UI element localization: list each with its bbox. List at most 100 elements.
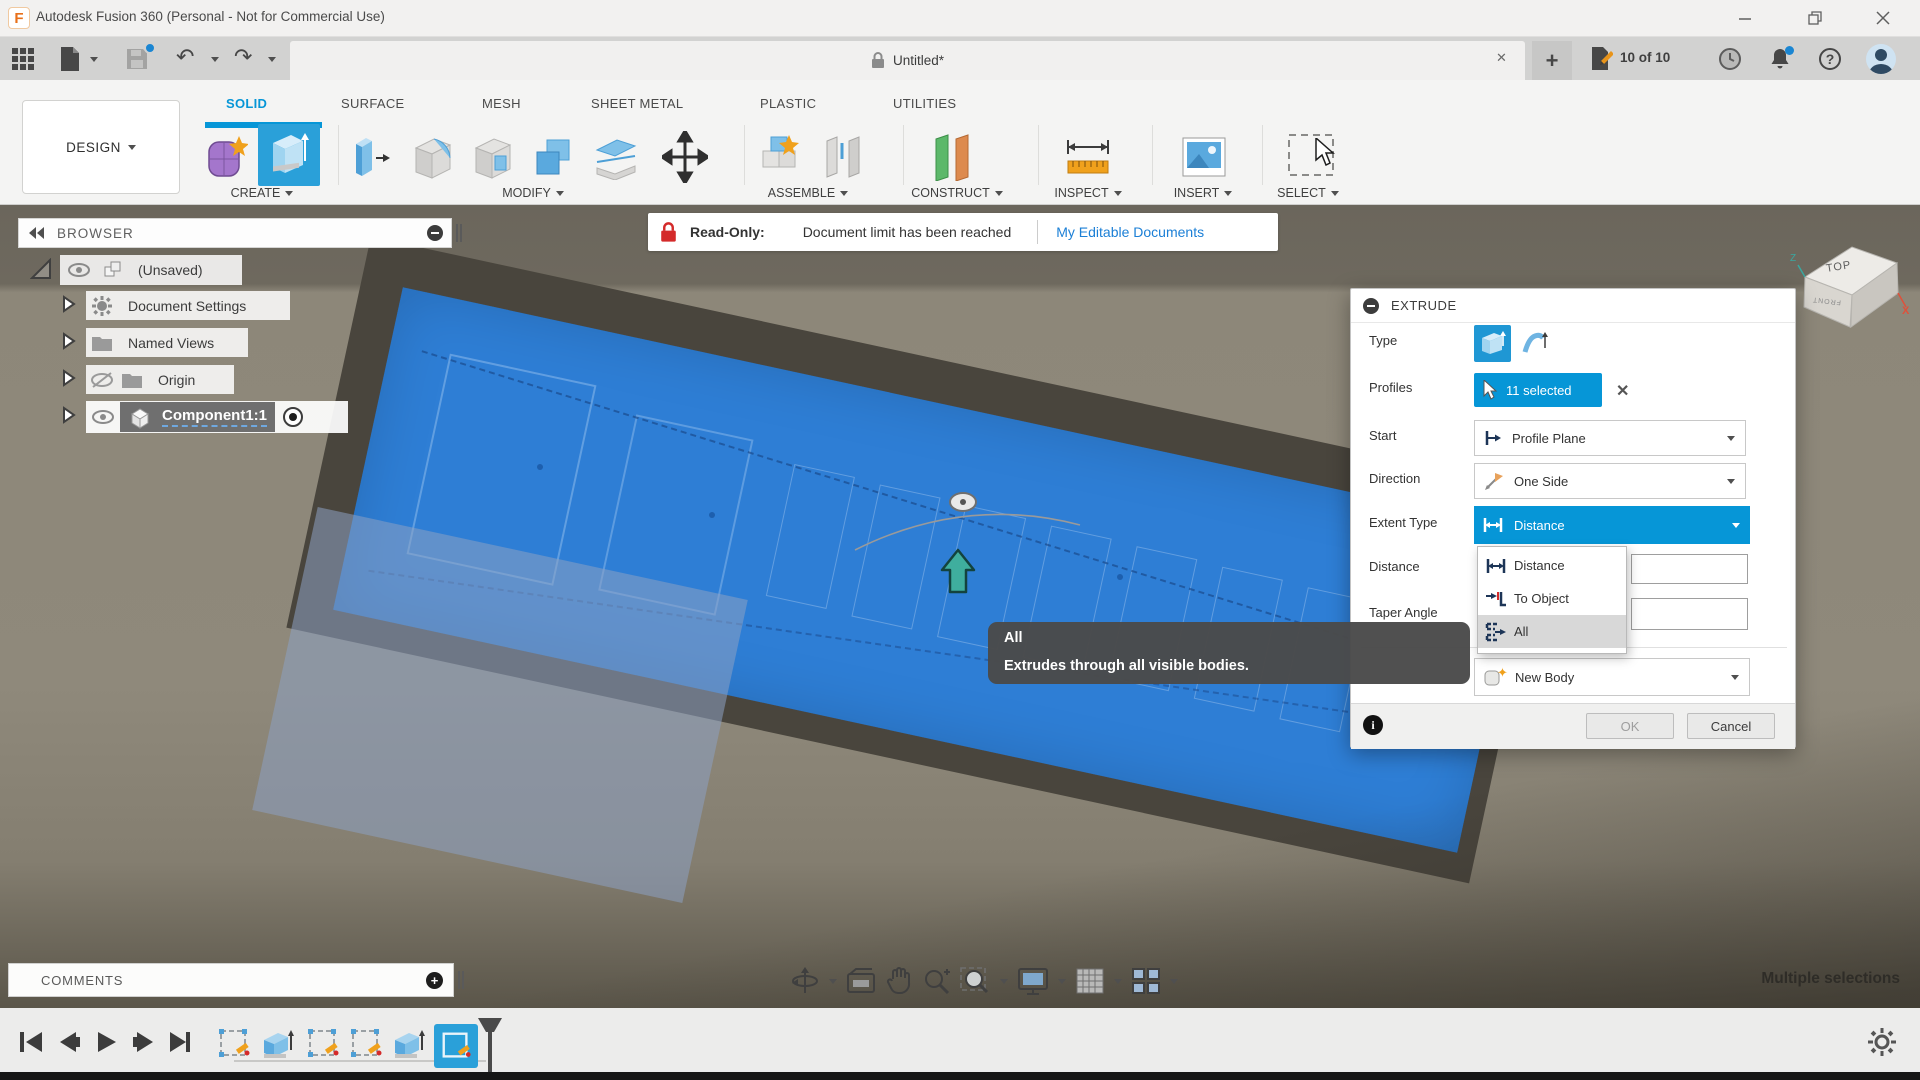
tab-mesh[interactable]: MESH xyxy=(482,96,521,111)
tree-row-named-views[interactable]: Named Views xyxy=(86,328,248,357)
timeline-sketch-feature[interactable] xyxy=(348,1026,384,1062)
ok-button[interactable]: OK xyxy=(1586,713,1674,739)
expander-icon[interactable] xyxy=(62,295,76,313)
type-thin-extrude-option[interactable] xyxy=(1516,325,1553,362)
press-pull-button[interactable] xyxy=(349,130,395,184)
move-copy-button[interactable] xyxy=(660,128,710,186)
activate-component-radio[interactable] xyxy=(283,407,303,427)
save-button[interactable] xyxy=(120,42,156,73)
expander-icon[interactable] xyxy=(62,406,76,424)
group-label-create[interactable]: CREATE xyxy=(202,186,322,200)
timeline-sketch-feature[interactable] xyxy=(216,1026,252,1062)
offset-face-button[interactable] xyxy=(592,130,638,184)
redo-caret[interactable] xyxy=(268,57,276,62)
timeline-active-feature[interactable] xyxy=(434,1024,478,1068)
tree-label-document-settings[interactable]: Document Settings xyxy=(128,298,246,314)
joint-button[interactable] xyxy=(818,130,868,184)
new-tab-button[interactable]: + xyxy=(1532,41,1572,80)
comments-resize-handle[interactable] xyxy=(458,971,464,989)
visibility-eye-icon[interactable] xyxy=(68,263,90,277)
editable-documents-link[interactable]: My Editable Documents xyxy=(1056,224,1204,240)
info-icon[interactable]: i xyxy=(1363,715,1383,735)
taper-angle-input[interactable] xyxy=(1631,598,1748,630)
notifications-bell-icon[interactable] xyxy=(1766,46,1794,72)
minimize-button[interactable] xyxy=(1728,6,1762,30)
group-label-assemble[interactable]: ASSEMBLE xyxy=(748,186,868,200)
expander-icon[interactable] xyxy=(62,332,76,350)
distance-input[interactable] xyxy=(1631,554,1748,584)
viewports-icon[interactable] xyxy=(1131,967,1161,995)
tree-row-root[interactable]: (Unsaved) xyxy=(60,255,242,285)
close-window-button[interactable] xyxy=(1866,6,1900,30)
group-label-select[interactable]: SELECT xyxy=(1248,186,1368,200)
clear-selection-button[interactable]: ✕ xyxy=(1616,381,1629,401)
tree-row-document-settings[interactable]: Document Settings xyxy=(86,291,290,320)
timeline-sketch-feature[interactable] xyxy=(305,1026,341,1062)
tree-label-component[interactable]: Component1:1 xyxy=(162,407,267,427)
design-workspace-selector[interactable]: DESIGN xyxy=(22,100,180,194)
close-tab-button[interactable]: ✕ xyxy=(1496,50,1507,66)
step-forward-button[interactable] xyxy=(131,1030,157,1054)
editable-documents-icon[interactable] xyxy=(1588,46,1616,72)
operation-dropdown[interactable]: ✦ New Body xyxy=(1474,658,1750,696)
menu-item-distance[interactable]: Distance xyxy=(1478,549,1626,582)
profiles-selection-button[interactable]: 11 selected xyxy=(1474,373,1602,407)
insert-canvas-button[interactable] xyxy=(1178,130,1230,184)
user-avatar[interactable] xyxy=(1866,44,1896,74)
job-status-icon[interactable] xyxy=(1716,46,1744,72)
add-comment-button[interactable]: + xyxy=(426,971,443,989)
go-to-start-button[interactable] xyxy=(18,1030,44,1054)
visibility-off-eye-icon[interactable] xyxy=(90,371,114,388)
group-label-modify[interactable]: MODIFY xyxy=(473,186,593,200)
timeline-settings-gear-icon[interactable] xyxy=(1868,1028,1896,1056)
file-menu-caret[interactable] xyxy=(90,57,98,62)
viewcube[interactable]: TOP FRONT Z X xyxy=(1790,235,1910,345)
type-extrude-option[interactable] xyxy=(1474,325,1511,362)
shell-button[interactable] xyxy=(470,130,516,184)
dialog-collapse-icon[interactable] xyxy=(1363,297,1379,314)
menu-item-to-object[interactable]: To Object xyxy=(1478,582,1626,615)
tab-sheet-metal[interactable]: SHEET METAL xyxy=(591,96,683,111)
tab-utilities[interactable]: UTILITIES xyxy=(893,96,956,111)
timeline-extrude-feature[interactable] xyxy=(391,1026,427,1062)
tree-row-component[interactable]: Component1:1 xyxy=(86,401,348,433)
fit-view-caret[interactable] xyxy=(1000,978,1008,984)
fit-view-icon[interactable] xyxy=(959,966,991,996)
grid-settings-caret[interactable] xyxy=(1114,978,1122,984)
cancel-button[interactable]: Cancel xyxy=(1687,713,1775,739)
document-tab[interactable]: Untitled* xyxy=(290,41,1525,80)
menu-item-all[interactable]: All xyxy=(1478,615,1626,648)
expander-icon[interactable] xyxy=(62,369,76,387)
tab-surface[interactable]: SURFACE xyxy=(341,96,405,111)
direction-dropdown[interactable]: One Side xyxy=(1474,463,1746,499)
construct-plane-button[interactable] xyxy=(925,130,979,184)
orbit-caret[interactable] xyxy=(829,978,837,984)
undo-button[interactable]: ↶ xyxy=(176,44,194,70)
fillet-button[interactable] xyxy=(410,130,456,184)
group-label-construct[interactable]: CONSTRUCT xyxy=(897,186,1017,200)
redo-button[interactable]: ↷ xyxy=(234,44,252,70)
new-component-button[interactable] xyxy=(756,130,806,184)
timeline-extrude-feature[interactable] xyxy=(260,1026,296,1062)
grid-settings-icon[interactable] xyxy=(1075,967,1105,995)
step-back-button[interactable] xyxy=(56,1030,82,1054)
play-button[interactable] xyxy=(94,1030,120,1054)
create-form-button[interactable] xyxy=(202,130,252,184)
group-label-insert[interactable]: INSERT xyxy=(1143,186,1263,200)
go-to-end-button[interactable] xyxy=(168,1030,194,1054)
tree-row-origin[interactable]: Origin xyxy=(86,365,234,394)
tab-plastic[interactable]: PLASTIC xyxy=(760,96,816,111)
measure-button[interactable] xyxy=(1062,130,1114,184)
combine-button[interactable] xyxy=(531,130,577,184)
browser-header[interactable]: BROWSER xyxy=(18,218,452,248)
tree-label-origin[interactable]: Origin xyxy=(158,372,195,388)
restore-button[interactable] xyxy=(1798,6,1832,30)
display-settings-icon[interactable] xyxy=(1017,967,1049,995)
viewports-caret[interactable] xyxy=(1170,978,1178,984)
browser-collapse-icon[interactable] xyxy=(427,225,443,241)
look-at-icon[interactable] xyxy=(846,968,876,994)
help-icon[interactable]: ? xyxy=(1816,46,1844,72)
comments-panel[interactable]: COMMENTS + xyxy=(8,963,454,997)
tree-label-root[interactable]: (Unsaved) xyxy=(138,262,203,278)
display-settings-caret[interactable] xyxy=(1058,978,1066,984)
